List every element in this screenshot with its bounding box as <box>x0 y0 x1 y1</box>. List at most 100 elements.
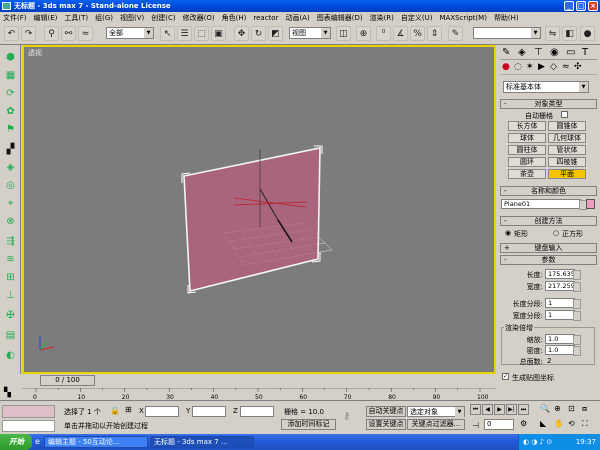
current-frame-field[interactable]: 0 <box>484 419 514 430</box>
time-slider[interactable]: 0 / 100 <box>40 375 95 386</box>
reactor-softbody-icon[interactable]: ✿ <box>3 105 18 118</box>
menu-tools[interactable]: 工具(T) <box>64 13 88 23</box>
square-radio[interactable]: ○ <box>553 229 559 237</box>
keyboard-entry-rollout[interactable]: + 键盘输入 <box>500 243 597 253</box>
length-segs-spinner[interactable]: 1 <box>545 298 581 309</box>
cone-button[interactable]: 圆锥体 <box>548 121 586 131</box>
pan-icon[interactable]: ✋ <box>554 419 567 433</box>
reactor-spring-icon[interactable]: ▞ <box>3 143 18 156</box>
play-icon[interactable]: ▶ <box>494 404 505 415</box>
hierarchy-tab-icon[interactable]: ⊤ <box>534 47 543 58</box>
track-bar-icon[interactable]: ▚ <box>4 388 18 400</box>
reactor-rigid-icon[interactable]: ⬢ <box>3 51 18 64</box>
select-object-icon[interactable]: ↖ <box>160 26 175 41</box>
angle-snap-icon[interactable]: ∡ <box>393 26 408 41</box>
selected-object-dropdown[interactable]: 选定对象 <box>407 406 465 417</box>
menu-animation[interactable]: 动画(A) <box>285 13 309 23</box>
zoom-all-icon[interactable]: ⊕ <box>554 404 567 418</box>
pivot-center-icon[interactable]: ◫ <box>336 26 351 41</box>
field-of-view-icon[interactable]: ◣ <box>540 419 553 433</box>
category-dropdown[interactable]: 标准基本体 <box>503 81 589 93</box>
rectangle-radio[interactable]: ◉ <box>505 229 511 237</box>
goto-start-icon[interactable]: ⏮ <box>470 404 481 415</box>
goto-end-icon[interactable]: ⏭ <box>518 404 529 415</box>
orbit-icon[interactable]: ⟲ <box>568 419 581 433</box>
menu-customize[interactable]: 自定义(U) <box>401 13 433 23</box>
geometry-icon[interactable]: ● <box>502 62 510 72</box>
create-tab-icon[interactable]: ✎ <box>502 47 510 58</box>
perspective-viewport[interactable]: 透视 <box>22 45 496 374</box>
reactor-point-icon[interactable]: ✠ <box>3 309 18 322</box>
add-time-tag[interactable]: 添加时间标记 <box>281 419 336 430</box>
key-mode-icon[interactable]: ⊣ <box>472 421 479 430</box>
reactor-motor-icon[interactable]: ◎ <box>3 179 18 192</box>
key-icon[interactable]: ⚷ <box>343 411 350 422</box>
named-selection-icon[interactable]: ✎ <box>448 26 463 41</box>
gen-mapping-checkbox[interactable]: ✓ <box>502 373 509 380</box>
width-segs-spinner[interactable]: 1 <box>545 310 581 321</box>
reactor-hinge-icon[interactable]: ⊥ <box>3 289 18 302</box>
start-button[interactable]: 开始 <box>0 434 32 450</box>
sphere-button[interactable]: 球体 <box>508 133 546 143</box>
set-key-button[interactable]: 设置关键点 <box>366 419 406 430</box>
maximize-button[interactable]: □ <box>576 1 586 11</box>
pyramid-button[interactable]: 四棱锥 <box>548 157 586 167</box>
auto-key-button[interactable]: 自动关键点 <box>366 406 406 417</box>
scale-spinner[interactable]: 1.0 <box>545 334 581 345</box>
length-spinner[interactable]: 175.635 <box>545 269 581 280</box>
menu-reactor[interactable]: reactor <box>253 14 278 22</box>
reactor-analyze-icon[interactable]: ◐ <box>3 349 18 362</box>
zoom-extents-icon[interactable]: ⊡ <box>568 404 581 418</box>
minimize-button[interactable]: _ <box>564 1 574 11</box>
helpers-icon[interactable]: ◇ <box>550 62 557 72</box>
width-spinner[interactable]: 217.259 <box>545 281 581 292</box>
timeline-ruler[interactable]: 0 10 20 30 40 50 60 70 80 90 100 <box>22 387 496 401</box>
percent-snap-icon[interactable]: % <box>410 26 425 41</box>
systems-icon[interactable]: ✣ <box>574 62 582 72</box>
motion-tab-icon[interactable]: ◉ <box>550 47 559 58</box>
mirror-icon[interactable]: ⇋ <box>545 26 560 41</box>
geosphere-button[interactable]: 几何球体 <box>548 133 586 143</box>
menu-character[interactable]: 角色(H) <box>222 13 247 23</box>
window-crossing-icon[interactable]: ▣ <box>211 26 226 41</box>
torus-button[interactable]: 圆环 <box>508 157 546 167</box>
y-coord-field[interactable] <box>192 406 226 417</box>
named-selection-dropdown[interactable] <box>473 27 541 39</box>
move-icon[interactable]: ✥ <box>234 26 249 41</box>
menu-file[interactable]: 文件(F) <box>3 13 27 23</box>
box-button[interactable]: 长方体 <box>508 121 546 131</box>
undo-icon[interactable]: ↶ <box>4 26 19 41</box>
quicklaunch-ie-icon[interactable]: e <box>35 437 40 446</box>
name-color-rollout[interactable]: - 名称和颜色 <box>500 186 597 196</box>
snap-icon[interactable]: ⁰ <box>376 26 391 41</box>
cameras-icon[interactable]: ▶ <box>538 62 545 72</box>
ref-coord-dropdown[interactable]: 视图 <box>289 27 331 39</box>
shapes-icon[interactable]: ◌ <box>514 62 522 72</box>
density-spinner[interactable]: 1.0 <box>545 345 581 356</box>
task-forum-editor[interactable]: 编辑主题 - 50互动论... <box>44 436 148 448</box>
tube-button[interactable]: 管状体 <box>548 145 586 155</box>
material-editor-icon[interactable]: ● <box>580 26 595 41</box>
align-icon[interactable]: ◧ <box>562 26 577 41</box>
reactor-dashpot-icon[interactable]: ◈ <box>3 161 18 174</box>
select-manipulate-icon[interactable]: ⊕ <box>356 26 371 41</box>
reactor-rope-icon[interactable]: ⟳ <box>3 87 18 100</box>
scale-icon[interactable]: ◩ <box>268 26 283 41</box>
cylinder-button[interactable]: 圆柱体 <box>508 145 546 155</box>
maxscript-mini-field[interactable] <box>2 420 55 432</box>
zoom-icon[interactable]: 🔍 <box>540 404 553 418</box>
menu-edit[interactable]: 编辑(E) <box>34 13 58 23</box>
rect-selection-icon[interactable]: ⬚ <box>194 26 209 41</box>
key-filters-button[interactable]: 关键点过滤器... <box>407 419 465 430</box>
menu-maxscript[interactable]: MAXScript(M) <box>440 14 487 22</box>
object-name-field[interactable]: Plane01 <box>501 199 587 210</box>
lock-icon[interactable]: 🔒 <box>110 406 120 415</box>
reactor-fracture-icon[interactable]: ⇶ <box>3 235 18 248</box>
parameters-rollout[interactable]: - 参数 <box>500 255 597 265</box>
maxscript-listener[interactable] <box>2 405 55 418</box>
next-frame-icon[interactable]: ▶| <box>506 404 517 415</box>
reactor-plane-icon[interactable]: ⚑ <box>3 123 18 136</box>
selection-filter-dropdown[interactable]: 全部 <box>106 27 154 39</box>
tray-icons[interactable]: ◐ ◑ ♪ ⊙ <box>523 434 552 450</box>
autogrid-checkbox[interactable] <box>561 111 568 118</box>
